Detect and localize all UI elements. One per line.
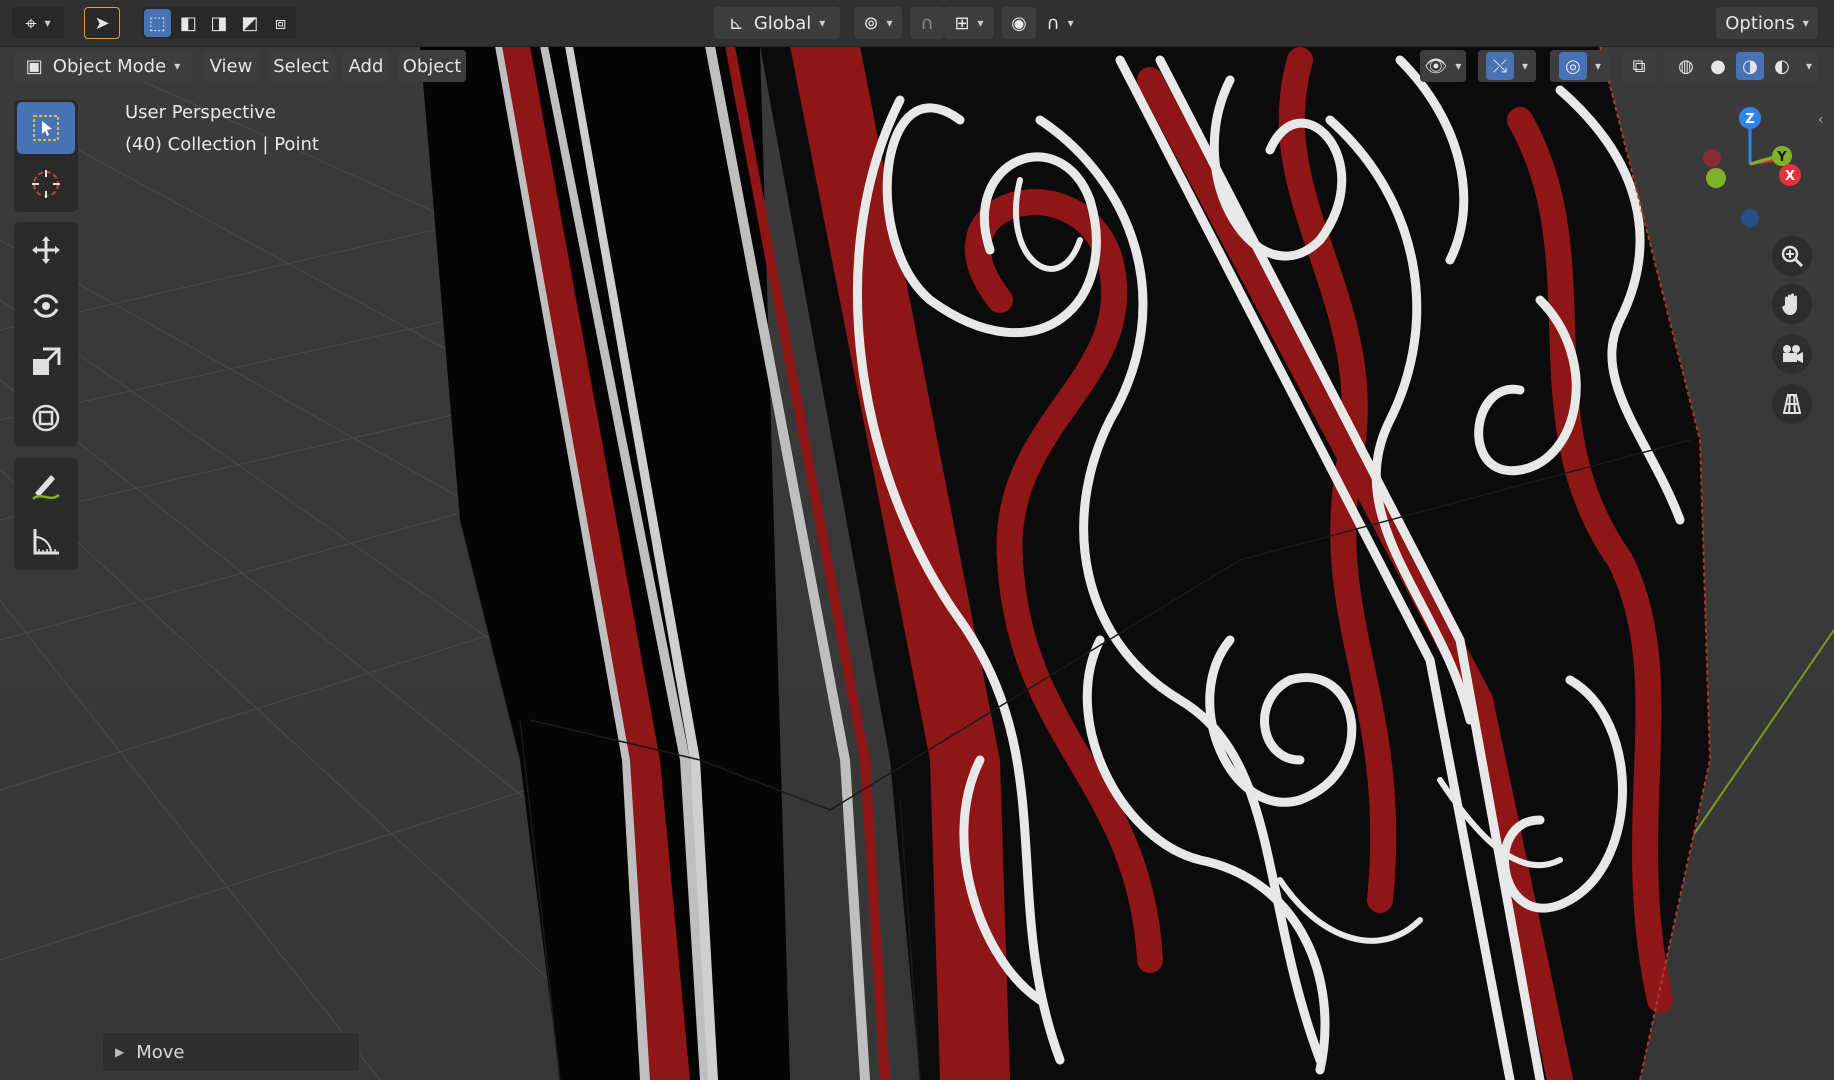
pivot-point-icon: ⊚: [863, 12, 879, 34]
chevron-down-icon[interactable]: ▾: [1806, 59, 1812, 73]
proportional-editing-toggle[interactable]: ◉: [1002, 7, 1036, 39]
chevron-down-icon: ▾: [1067, 16, 1074, 30]
mode-dropdown[interactable]: ▣ Object Mode ▾: [14, 50, 192, 82]
last-operation-panel[interactable]: ▶ Move: [102, 1032, 360, 1072]
snap-toggle[interactable]: ∩: [910, 7, 944, 39]
chevron-down-icon: ▾: [1455, 59, 1462, 73]
pan-hand-icon[interactable]: [1772, 284, 1812, 324]
move-icon[interactable]: [17, 224, 75, 276]
mode-label: Object Mode: [52, 55, 167, 77]
transform-icon[interactable]: [17, 392, 75, 444]
pivot-point-dropdown[interactable]: ⊚ ▾: [854, 7, 902, 39]
menu-select-label: Select: [273, 55, 329, 77]
ortho-grid-icon[interactable]: [1772, 384, 1812, 424]
gizmo-icon[interactable]: ⤯: [1485, 52, 1514, 80]
menu-view[interactable]: View: [202, 50, 260, 82]
rendered-icon[interactable]: ◐: [1768, 52, 1796, 80]
expand-triangle-icon[interactable]: ▶: [115, 1045, 124, 1059]
scale-icon[interactable]: [17, 336, 75, 388]
solid-icon[interactable]: ●: [1704, 52, 1732, 80]
options-label: Options: [1725, 12, 1795, 34]
xray-toggle[interactable]: ⧉: [1622, 50, 1656, 82]
view-perspective-label: User Perspective: [125, 102, 276, 123]
toolbar-group-select: [14, 100, 78, 212]
select-tool-button[interactable]: ➤: [84, 7, 120, 39]
proportional-editing-icon: ◉: [1011, 12, 1027, 34]
orientation-axes-icon: ⊾: [728, 12, 744, 34]
box-select-intersect-icon[interactable]: ⧈: [267, 9, 294, 37]
box-select-new-icon[interactable]: ⬚: [144, 9, 171, 37]
snap-target-dropdown[interactable]: ⊞ ▾: [944, 7, 994, 39]
viewport-header: ⌖ ▾ ➤ ⬚ ◧ ◨ ◩ ⧈ ⊾ Global ▾ ⊚ ▾ ∩ ⊞ ▾ ◉ ∩…: [0, 0, 1834, 47]
object-mode-icon: ▣: [25, 55, 43, 77]
menu-select[interactable]: Select: [268, 50, 334, 82]
select-tool-icon: ➤: [94, 12, 110, 34]
sidebar-toggle-icon[interactable]: ‹: [1818, 112, 1824, 128]
viewport-scene: [0, 0, 1834, 1080]
proportional-falloff-dropdown[interactable]: ∩ ▾: [1036, 7, 1084, 39]
overlays-icon[interactable]: ◎: [1558, 52, 1587, 80]
gizmo-z-label: Z: [1745, 112, 1754, 127]
chevron-down-icon: ▾: [819, 16, 826, 30]
transform-orientation-label: Global: [753, 12, 812, 34]
chevron-down-icon: ▾: [174, 59, 181, 73]
menu-object-label: Object: [402, 55, 462, 77]
toolbar-group-transform: [14, 222, 78, 446]
material-preview-icon[interactable]: ◑: [1735, 52, 1764, 80]
editor-type-button[interactable]: ⌖ ▾: [12, 7, 64, 39]
select-box-icon[interactable]: [17, 102, 75, 154]
navigation-gizmo[interactable]: Z Y X: [1686, 100, 1816, 230]
selection-mode-group: ⬚ ◧ ◨ ◩ ⧈: [142, 7, 296, 39]
shading-mode-group: ◍ ● ◑ ◐ ▾: [1664, 50, 1818, 82]
falloff-curve-icon: ∩: [1046, 12, 1060, 34]
transform-orientation-dropdown[interactable]: ⊾ Global ▾: [714, 7, 840, 39]
menu-object[interactable]: Object: [398, 50, 466, 82]
box-select-subtract-icon[interactable]: ◨: [206, 9, 233, 37]
menu-add-label: Add: [348, 55, 384, 77]
measure-icon[interactable]: [17, 516, 75, 568]
chevron-down-icon[interactable]: ▾: [1595, 59, 1601, 73]
toolbar-group-annotate: [14, 458, 78, 570]
visibility-dropdown[interactable]: 👁 ▾: [1420, 50, 1466, 82]
chevron-down-icon: ▾: [886, 16, 893, 30]
snap-increment-icon: ⊞: [954, 12, 970, 34]
rotate-icon[interactable]: [17, 280, 75, 332]
options-dropdown[interactable]: Options ▾: [1716, 7, 1818, 39]
menu-view-label: View: [209, 55, 253, 77]
gizmo-x-label: X: [1785, 169, 1795, 184]
chevron-down-icon: ▾: [1802, 16, 1809, 30]
wireframe-icon[interactable]: ◍: [1672, 52, 1700, 80]
gizmo-y-label: Y: [1776, 150, 1787, 165]
editor-type-icon: ⌖: [25, 11, 37, 35]
chevron-down-icon: ▾: [44, 16, 51, 30]
collection-info-label: (40) Collection | Point: [125, 134, 319, 155]
box-select-invert-icon[interactable]: ◩: [236, 9, 263, 37]
menu-add[interactable]: Add: [342, 50, 390, 82]
eye-icon: 👁: [1424, 55, 1448, 77]
cursor-icon[interactable]: [17, 158, 75, 210]
chevron-down-icon[interactable]: ▾: [1522, 59, 1528, 73]
zoom-icon[interactable]: [1772, 236, 1812, 276]
xray-icon: ⧉: [1632, 55, 1646, 77]
snap-magnet-icon: ∩: [920, 12, 934, 34]
camera-view-icon[interactable]: [1772, 334, 1812, 374]
last-operation-label: Move: [136, 1041, 185, 1063]
3d-viewport[interactable]: ⌖ ▾ ➤ ⬚ ◧ ◨ ◩ ⧈ ⊾ Global ▾ ⊚ ▾ ∩ ⊞ ▾ ◉ ∩…: [0, 0, 1834, 1080]
annotate-icon[interactable]: [17, 460, 75, 512]
chevron-down-icon: ▾: [977, 16, 984, 30]
box-select-extend-icon[interactable]: ◧: [175, 9, 202, 37]
gizmo-toggle-group: ⤯ ▾: [1478, 50, 1536, 82]
overlays-toggle-group: ◎ ▾: [1550, 50, 1610, 82]
